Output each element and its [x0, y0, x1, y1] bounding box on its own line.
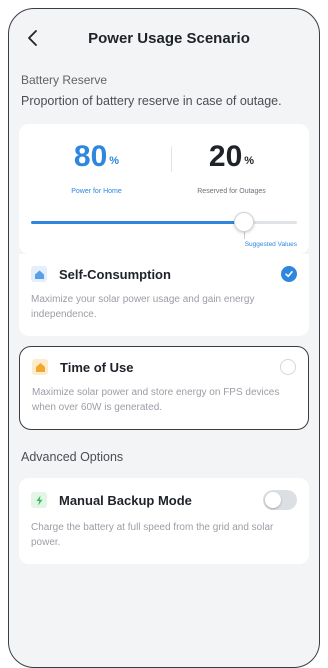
back-button[interactable] [21, 26, 45, 50]
mode-description: Maximize your solar power usage and gain… [31, 294, 255, 320]
manual-backup-card: Manual Backup Mode Charge the battery at… [19, 478, 309, 564]
power-value: 80 [73, 140, 108, 173]
mode-label: Self-Consumption [59, 266, 171, 282]
page-title: Power Usage Scenario [88, 29, 250, 47]
reserved-unit: % [244, 155, 255, 167]
reserve-slider[interactable] [31, 209, 297, 239]
home-icon [31, 266, 47, 282]
slider-fill [31, 221, 244, 224]
advanced-options-title: Advanced Options [21, 450, 124, 464]
suggested-values-label: Suggested Values [244, 241, 297, 248]
power-for-home: 80% Power for Home [37, 140, 157, 195]
battery-icon [32, 359, 48, 375]
reserved-caption: Reserved for Outages [197, 188, 266, 195]
header: Power Usage Scenario [9, 9, 319, 67]
slider-thumb[interactable] [233, 212, 254, 232]
reserved-for-outages: 20% Reserved for Outages [172, 140, 292, 195]
lightning-icon [31, 492, 47, 508]
toggle-knob [265, 492, 281, 508]
reserve-values: 80% Power for Home 20% Reserved for Outa… [19, 140, 309, 195]
manual-backup-toggle[interactable] [263, 490, 297, 510]
battery-reserve-card: 80% Power for Home 20% Reserved for Outa… [19, 124, 309, 254]
selected-check[interactable] [281, 266, 297, 282]
power-unit: % [109, 155, 120, 167]
phone-screen: Power Usage Scenario Battery Reserve Pro… [8, 8, 320, 668]
manual-backup-description: Charge the battery at full speed from th… [31, 522, 274, 548]
chevron-left-icon [28, 30, 37, 46]
mode-description: Maximize solar power and store energy on… [32, 387, 280, 413]
values-divider [171, 146, 172, 172]
mode-time-of-use[interactable]: Time of Use Maximize solar power and sto… [19, 346, 309, 430]
suggested-tick [243, 232, 245, 239]
manual-backup-label: Manual Backup Mode [59, 492, 192, 508]
mode-label: Time of Use [60, 359, 134, 375]
power-caption: Power for Home [71, 188, 122, 195]
battery-reserve-description: Proportion of battery reserve in case of… [21, 94, 282, 108]
reserved-value: 20 [208, 140, 243, 173]
mode-self-consumption[interactable]: Self-Consumption Maximize your solar pow… [19, 254, 309, 336]
checkmark-icon [285, 271, 293, 278]
battery-reserve-title: Battery Reserve [21, 73, 108, 87]
unselected-radio[interactable] [280, 359, 296, 375]
